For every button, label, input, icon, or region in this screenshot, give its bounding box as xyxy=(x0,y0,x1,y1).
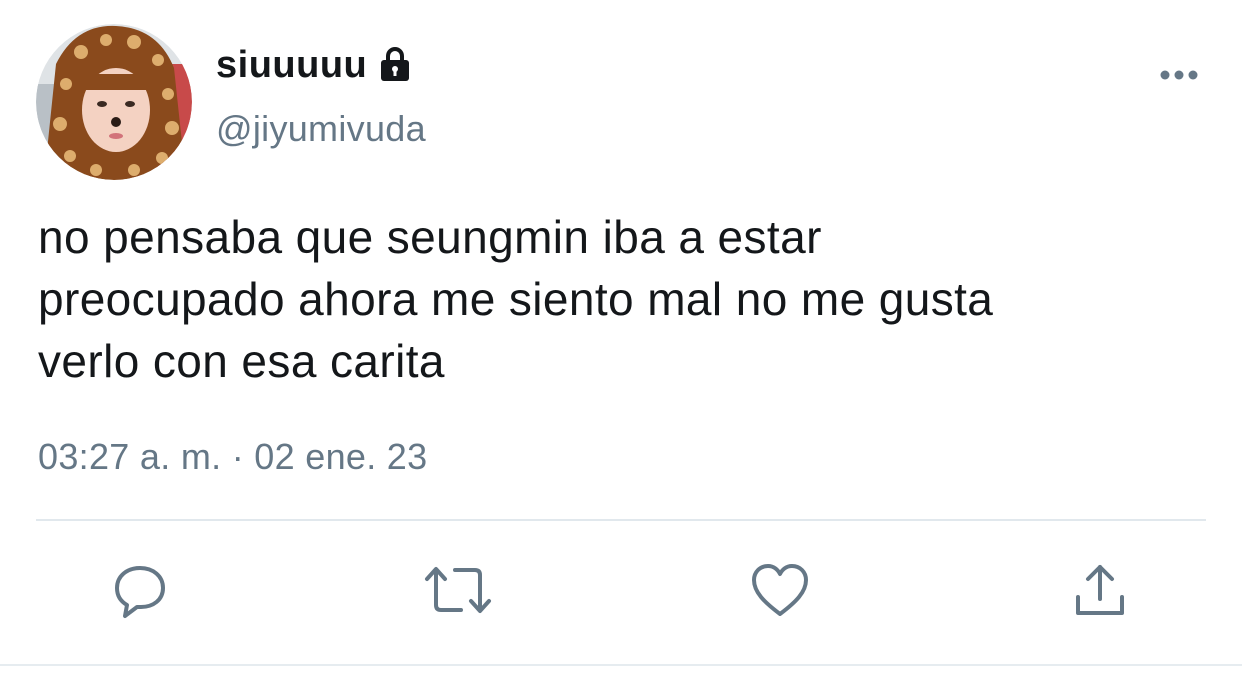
avatar-image xyxy=(36,24,192,180)
tweet-text-line: no pensaba que seungmin iba a estar xyxy=(38,211,822,263)
tweet-text-line: preocupado ahora me siento mal no me gus… xyxy=(38,273,994,325)
tweet-text: no pensaba que seungmin iba a estar preo… xyxy=(38,206,1208,392)
share-button[interactable] xyxy=(1068,560,1132,624)
avatar[interactable] xyxy=(36,24,192,180)
like-button[interactable] xyxy=(748,560,812,624)
reply-button[interactable] xyxy=(108,560,172,624)
action-bar xyxy=(0,560,1242,624)
reply-icon xyxy=(111,561,169,624)
tweet-timestamp[interactable]: 03:27 a. m. · 02 ene. 23 xyxy=(38,436,427,478)
lock-icon xyxy=(375,45,415,85)
retweet-icon xyxy=(423,561,493,624)
user-handle[interactable]: @jiyumivuda xyxy=(216,108,426,150)
tweet-text-line: verlo con esa carita xyxy=(38,335,445,387)
divider xyxy=(36,519,1206,521)
display-name[interactable]: siuuuuu xyxy=(216,44,367,87)
tweet-card: siuuuuu @jiyumivuda no pensaba que seung… xyxy=(0,0,1242,684)
share-icon xyxy=(1072,561,1128,624)
display-name-row: siuuuuu xyxy=(216,40,415,90)
more-options-icon[interactable] xyxy=(1156,58,1202,92)
heart-icon xyxy=(750,562,810,623)
bottom-divider xyxy=(0,664,1242,666)
retweet-button[interactable] xyxy=(423,560,493,624)
